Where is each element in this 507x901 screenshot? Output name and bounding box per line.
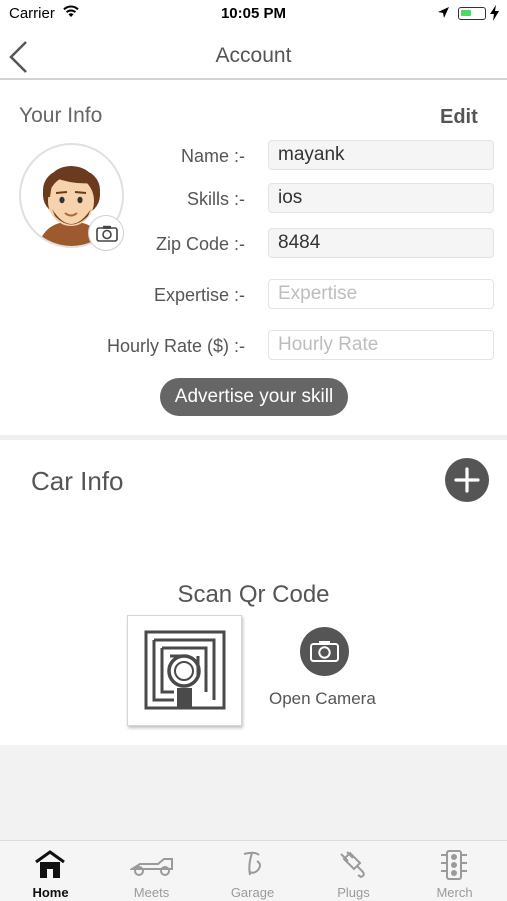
tab-meets-label: Meets	[133, 885, 170, 900]
car-info-section: Car Info Scan Qr Code Open Camera	[0, 440, 507, 745]
advertise-skill-button[interactable]: Advertise your skill	[160, 378, 348, 416]
expertise-label: Expertise :-	[153, 285, 245, 305]
traffic-light-icon	[441, 850, 467, 880]
car-info-heading: Car Info	[31, 466, 124, 496]
qr-scan-icon	[144, 630, 226, 710]
change-photo-button[interactable]	[88, 215, 124, 251]
garage-logo-icon	[243, 851, 261, 876]
qr-code-scan-box[interactable]	[127, 615, 242, 726]
zip-code-label: Zip Code :-	[155, 234, 245, 254]
skills-label: Skills :-	[187, 189, 245, 209]
tab-garage[interactable]: Garage	[202, 841, 303, 901]
open-camera-button[interactable]	[300, 627, 349, 676]
skills-field[interactable]: ios	[268, 183, 494, 213]
camera-icon	[310, 641, 339, 662]
clock: 10:05 PM	[220, 5, 287, 22]
open-camera-label[interactable]: Open Camera	[269, 689, 376, 709]
tab-merch[interactable]: Merch	[404, 841, 505, 901]
battery-icon	[458, 7, 486, 20]
add-car-button[interactable]	[445, 458, 489, 502]
scan-qr-title: Scan Qr Code	[177, 581, 330, 608]
status-bar: Carrier 10:05 PM	[0, 0, 507, 28]
tab-home[interactable]: Home	[0, 841, 101, 901]
hourly-rate-field[interactable]: Hourly Rate	[268, 330, 494, 360]
tab-bar: Home Meets Garage Plugs Merch	[0, 840, 507, 901]
location-arrow-icon	[438, 7, 449, 18]
page-title: Account	[215, 44, 292, 67]
house-icon	[35, 850, 65, 878]
tab-plugs-label: Plugs	[337, 885, 370, 900]
race-car-icon	[130, 858, 173, 876]
name-label: Name :-	[180, 146, 245, 166]
your-info-heading: Your Info	[19, 104, 103, 127]
tab-garage-label: Garage	[230, 885, 275, 900]
camera-icon	[96, 225, 118, 242]
navigation-bar: Account	[0, 28, 507, 80]
edit-button[interactable]: Edit	[440, 106, 478, 129]
hourly-rate-label: Hourly Rate ($) :-	[106, 336, 245, 356]
tab-merch-label: Merch	[436, 885, 473, 900]
plus-icon	[454, 467, 480, 493]
name-field[interactable]: mayank	[268, 140, 494, 170]
plug-icon	[340, 851, 365, 879]
charging-bolt-icon	[490, 5, 499, 21]
expertise-field[interactable]: Expertise	[268, 279, 494, 309]
your-info-section: Your Info Edit Name :- mayank Skills :- …	[0, 80, 507, 435]
zip-code-field[interactable]: 8484	[268, 228, 494, 258]
tab-meets[interactable]: Meets	[101, 841, 202, 901]
tab-plugs[interactable]: Plugs	[303, 841, 404, 901]
tab-home-label: Home	[32, 885, 69, 900]
